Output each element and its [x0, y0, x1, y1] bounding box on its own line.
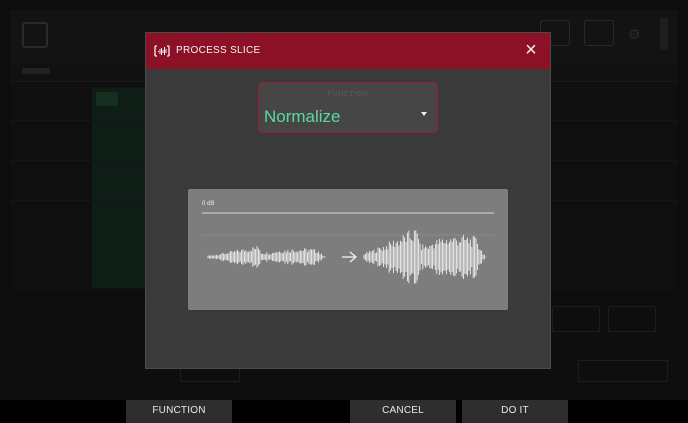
preview-graphic — [202, 212, 494, 284]
waveform-process-icon — [154, 45, 170, 57]
normalize-preview: 0 dB — [188, 189, 508, 310]
function-select[interactable]: FUNCTION Normalize — [258, 82, 438, 133]
arrow-right-icon — [342, 251, 358, 263]
waveform-after — [363, 230, 487, 284]
close-icon[interactable]: × — [522, 40, 540, 60]
bottom-button-bar — [0, 400, 688, 423]
dialog-header: PROCESS SLICE × — [146, 33, 550, 69]
dialog-title: PROCESS SLICE — [176, 45, 261, 56]
do-it-button[interactable]: DO IT — [462, 400, 568, 423]
triangle-down-icon — [421, 112, 427, 116]
waveform-before — [207, 246, 327, 268]
function-select-label: FUNCTION — [327, 91, 369, 98]
process-slice-dialog: PROCESS SLICE × FUNCTION Normalize 0 dB — [145, 32, 551, 369]
function-select-value: Normalize — [264, 107, 341, 126]
cancel-button[interactable]: CANCEL — [350, 400, 456, 423]
function-button[interactable]: FUNCTION — [126, 400, 232, 423]
